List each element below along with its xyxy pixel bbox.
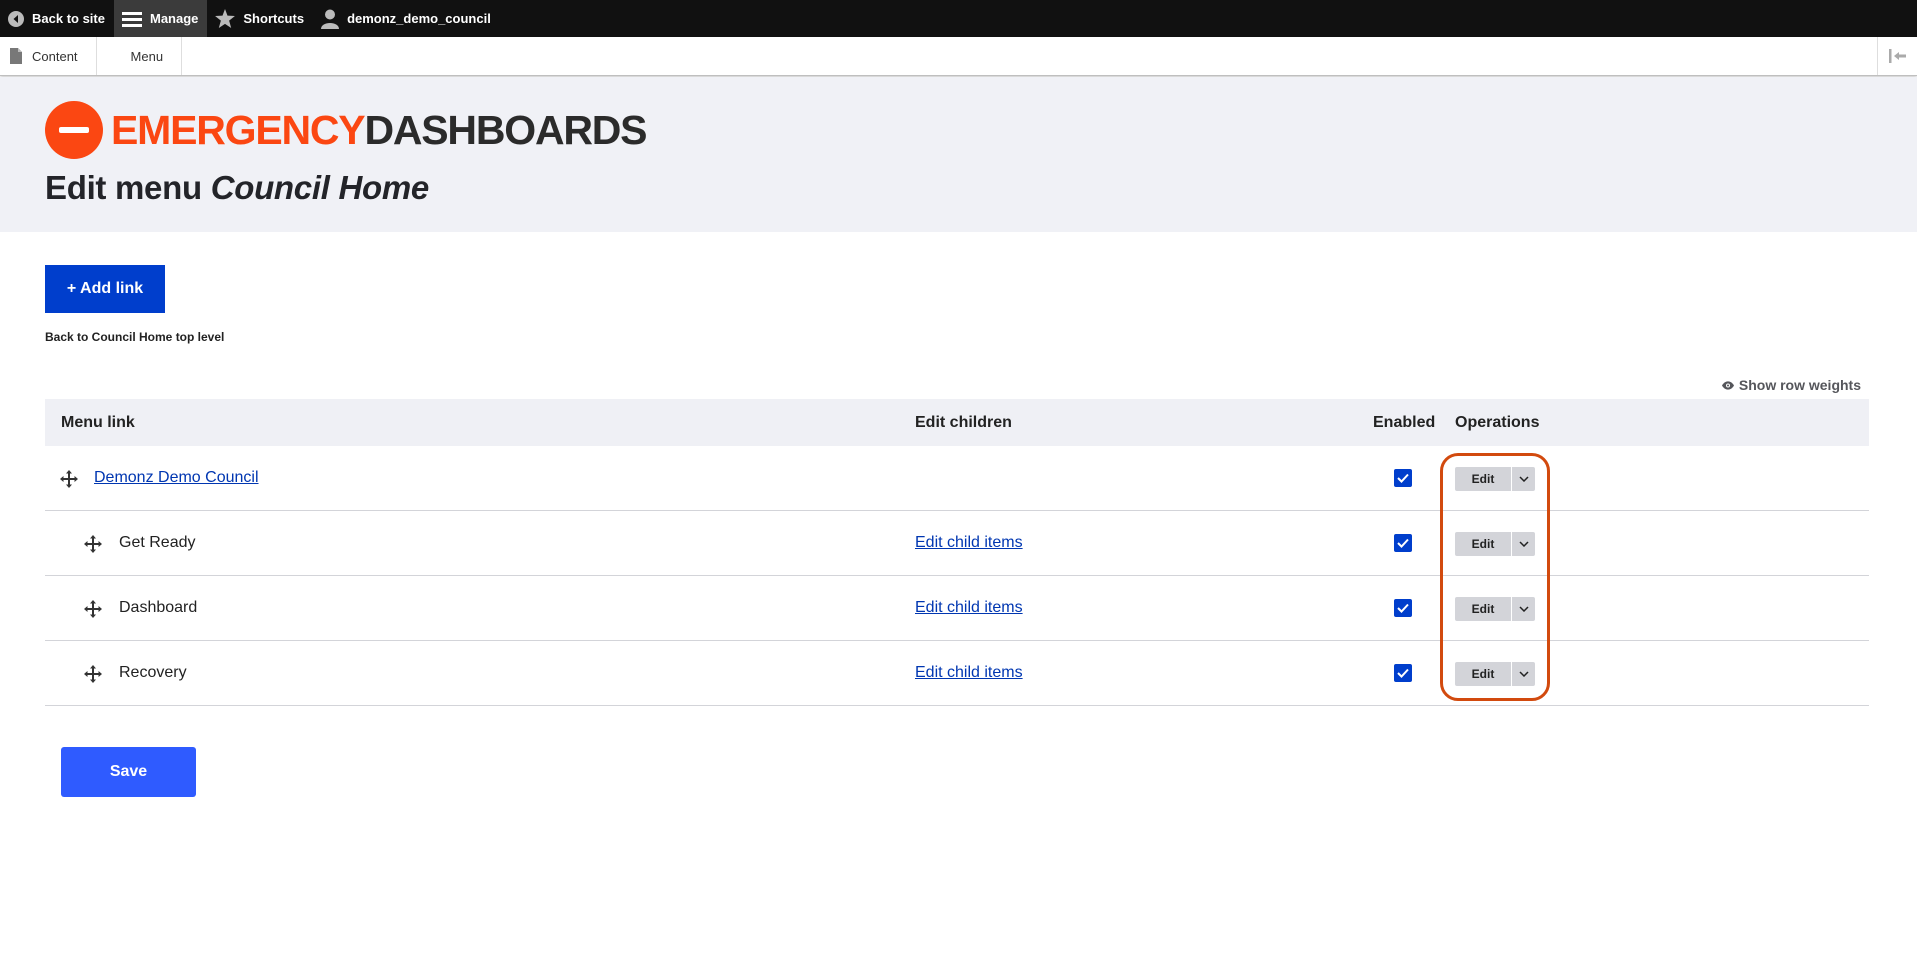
operations-dropbutton: Edit	[1455, 467, 1535, 491]
chevron-down-icon	[1518, 476, 1529, 482]
edit-button[interactable]: Edit	[1455, 532, 1511, 556]
column-enabled: Enabled	[1373, 414, 1436, 431]
save-button[interactable]: Save	[61, 747, 196, 797]
content-link[interactable]: Content	[0, 37, 97, 75]
drag-handle-icon[interactable]	[83, 664, 103, 684]
enabled-checkbox[interactable]	[1394, 534, 1412, 552]
document-icon	[10, 48, 22, 64]
operations-dropbutton: Edit	[1455, 597, 1535, 621]
operations-dropbutton: Edit	[1455, 662, 1535, 686]
table-row: Get Ready Edit child items Edit	[45, 511, 1869, 576]
menu-link[interactable]: Menu	[97, 37, 183, 75]
column-edit-children: Edit children	[915, 414, 1012, 431]
checkmark-icon	[1397, 538, 1409, 548]
edit-child-items-link[interactable]: Edit child items	[915, 599, 1023, 617]
column-operations: Operations	[1455, 414, 1540, 431]
user-icon	[321, 9, 340, 29]
edit-child-items-link[interactable]: Edit child items	[915, 664, 1023, 682]
enabled-checkbox[interactable]	[1394, 469, 1412, 487]
back-to-site-link[interactable]: Back to site	[0, 0, 114, 37]
chevron-down-icon	[1518, 606, 1529, 612]
operations-toggle[interactable]	[1511, 467, 1535, 491]
menu-item-title: Recovery	[119, 664, 187, 681]
show-row-weights-label: Show row weights	[1738, 377, 1861, 393]
show-row-weights-button[interactable]: Show row weights	[1721, 377, 1861, 393]
table-row: Dashboard Edit child items Edit	[45, 576, 1869, 641]
eye-icon	[1721, 380, 1734, 390]
checkmark-icon	[1397, 668, 1409, 678]
toolbar-tray: Content Menu	[0, 37, 1917, 76]
logo-text: EMERGENCYDASHBOARDS	[111, 106, 648, 153]
back-arrow-icon	[8, 10, 24, 27]
page-title-menu-name: Council Home	[210, 169, 430, 206]
menu-links-table: Menu link Edit children Enabled Operatio…	[45, 399, 1869, 706]
enabled-checkbox[interactable]	[1394, 664, 1412, 682]
table-row: Demonz Demo Council Edit	[45, 446, 1869, 511]
manage-tab[interactable]: Manage	[113, 0, 208, 37]
admin-toolbar: Back to site Manage Shortcuts demonz_dem…	[0, 0, 1917, 37]
enabled-checkbox[interactable]	[1394, 599, 1412, 617]
back-to-top-level-link[interactable]: Back to Council Home top level	[45, 330, 224, 344]
page-title: Edit menu Council Home	[45, 169, 429, 207]
hamburger-icon	[121, 11, 142, 27]
add-link-button[interactable]: + Add link	[45, 265, 165, 313]
menu-item-title: Get Ready	[119, 534, 196, 551]
edit-child-items-link[interactable]: Edit child items	[915, 534, 1023, 552]
operations-toggle[interactable]	[1511, 532, 1535, 556]
operations-toggle[interactable]	[1511, 597, 1535, 621]
logo-dashboards: DASHBOARDS	[364, 106, 647, 153]
shortcuts-label: Shortcuts	[243, 11, 305, 26]
user-name-label: demonz_demo_council	[347, 11, 491, 26]
shortcuts-tab[interactable]: Shortcuts	[207, 0, 313, 37]
drag-handle-icon[interactable]	[59, 469, 79, 489]
logo-minus-icon	[45, 101, 103, 159]
menu-item-link[interactable]: Demonz Demo Council	[94, 469, 259, 487]
star-icon	[215, 9, 236, 28]
operations-toggle[interactable]	[1511, 662, 1535, 686]
chevron-down-icon	[1518, 541, 1529, 547]
menu-label: Menu	[130, 48, 164, 64]
user-tab[interactable]: demonz_demo_council	[313, 0, 500, 37]
drag-handle-icon[interactable]	[83, 599, 103, 619]
menu-item-title: Dashboard	[119, 599, 198, 616]
operations-dropbutton: Edit	[1455, 532, 1535, 556]
edit-button[interactable]: Edit	[1455, 597, 1511, 621]
tray-orientation-toggle[interactable]	[1877, 37, 1917, 75]
checkmark-icon	[1397, 473, 1409, 483]
page-title-prefix: Edit menu	[45, 169, 211, 206]
edit-button[interactable]: Edit	[1455, 467, 1511, 491]
content-label: Content	[32, 48, 78, 64]
logo-emergency: EMERGENCY	[111, 106, 366, 153]
column-menu-link: Menu link	[61, 414, 135, 431]
edit-button[interactable]: Edit	[1455, 662, 1511, 686]
drag-handle-icon[interactable]	[83, 534, 103, 554]
table-row: Recovery Edit child items Edit	[45, 641, 1869, 706]
table-header: Menu link Edit children Enabled Operatio…	[45, 399, 1869, 446]
manage-label: Manage	[149, 11, 199, 26]
page-header: EMERGENCYDASHBOARDS Edit menu Council Ho…	[0, 77, 1917, 232]
back-to-site-label: Back to site	[32, 11, 105, 26]
toggle-orientation-icon	[1888, 49, 1906, 63]
site-logo[interactable]: EMERGENCYDASHBOARDS	[45, 101, 648, 159]
chevron-down-icon	[1518, 671, 1529, 677]
checkmark-icon	[1397, 603, 1409, 613]
